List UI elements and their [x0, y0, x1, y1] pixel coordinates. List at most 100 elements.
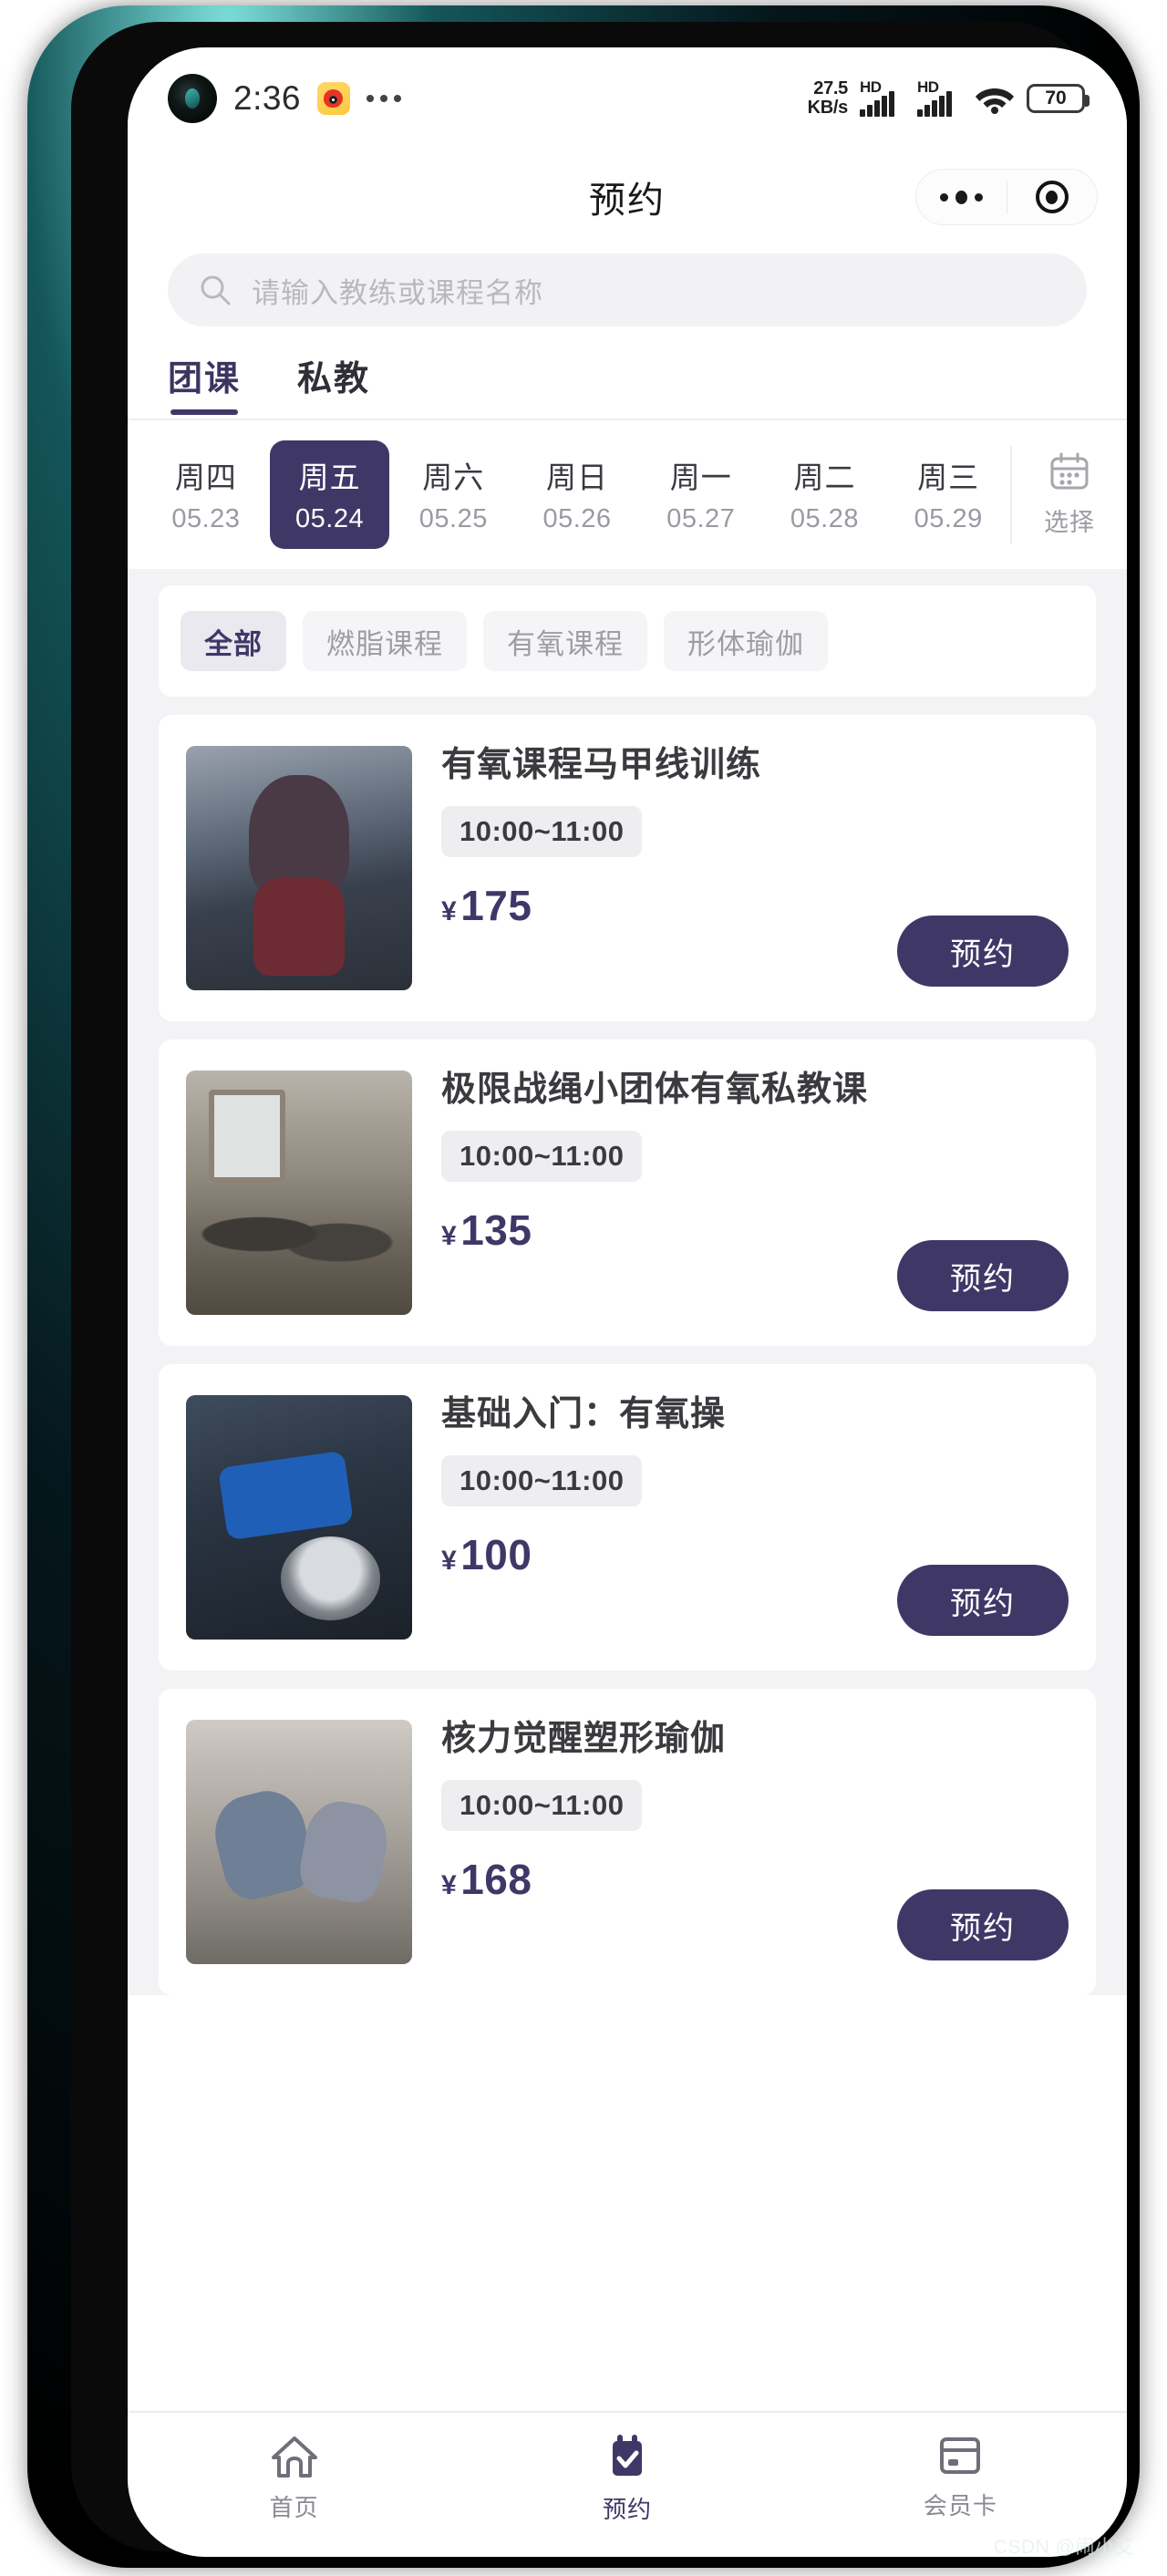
capsule-more-button[interactable]: [916, 190, 1007, 204]
home-icon: [271, 2436, 317, 2478]
bottom-tab-booking[interactable]: 预约: [460, 2433, 793, 2525]
course-info: 极限战绳小团体有氧私教课 10:00~11:00 ¥135 预约: [441, 1071, 1069, 1315]
course-time: 10:00~11:00: [441, 805, 643, 857]
price-value: 175: [460, 881, 532, 929]
date-item-0[interactable]: 周四 05.23: [146, 440, 266, 549]
course-title: 核力觉醒塑形瑜伽: [441, 1720, 727, 1758]
category-tabs: 团课 私教: [128, 350, 1127, 419]
course-card[interactable]: 有氧课程马甲线训练 10:00~11:00 ¥175 预约: [159, 715, 1096, 1021]
bottom-tab-membership[interactable]: 会员卡: [794, 2433, 1127, 2521]
book-button[interactable]: 预约: [897, 1565, 1069, 1636]
course-card[interactable]: 核力觉醒塑形瑜伽 10:00~11:00 ¥168 预约: [159, 1689, 1096, 1995]
currency-symbol: ¥: [441, 1545, 458, 1576]
date-picker-button[interactable]: 选择: [1010, 446, 1127, 543]
page-title: 预约: [589, 181, 666, 221]
date-item-1[interactable]: 周五 05.24: [269, 440, 390, 549]
date-item-2[interactable]: 周六 05.25: [393, 440, 513, 549]
search-input[interactable]: 请输入教练或课程名称: [252, 270, 543, 311]
front-camera-punch-hole: [168, 74, 217, 123]
status-bar-right: 27.5 KB/s HD HD 70: [807, 78, 1090, 118]
sim1-signal-icon: HD: [860, 78, 905, 117]
course-thumbnail: [186, 746, 412, 990]
filter-chip-yoga[interactable]: 形体瑜伽: [664, 611, 828, 671]
weibo-icon: [317, 82, 351, 115]
date-dayofweek: 周四: [174, 460, 237, 494]
course-time: 10:00~11:00: [441, 1779, 643, 1831]
wifi-icon: [975, 83, 1015, 114]
course-thumbnail: [186, 1071, 412, 1315]
price-value: 135: [460, 1205, 532, 1254]
date-item-6[interactable]: 周三 05.29: [888, 440, 1008, 549]
currency-symbol: ¥: [441, 895, 458, 926]
date-picker-label: 选择: [1044, 509, 1095, 536]
capsule-close-button[interactable]: [1007, 181, 1098, 213]
course-card[interactable]: 极限战绳小团体有氧私教课 10:00~11:00 ¥135 预约: [159, 1040, 1096, 1346]
book-button[interactable]: 预约: [897, 1240, 1069, 1311]
course-info: 核力觉醒塑形瑜伽 10:00~11:00 ¥168 预约: [441, 1720, 1069, 1964]
bottom-tab-label: 会员卡: [923, 2492, 997, 2519]
date-dayofweek: 周日: [546, 460, 609, 494]
membership-card-icon: [940, 2437, 981, 2474]
more-dots-icon: [939, 190, 983, 204]
date-number: 05.26: [542, 504, 612, 533]
course-title: 极限战绳小团体有氧私教课: [441, 1071, 869, 1109]
status-bar-left: 2:36: [168, 74, 402, 123]
bottom-tab-label: 预约: [602, 2496, 652, 2523]
date-dayofweek: 周五: [298, 460, 361, 494]
calendar-check-icon: [612, 2435, 642, 2476]
search-section: 请输入教练或课程名称: [128, 244, 1127, 350]
date-number: 05.28: [790, 504, 859, 533]
date-number: 05.23: [171, 504, 241, 533]
currency-symbol: ¥: [441, 1220, 458, 1251]
price-value: 168: [460, 1855, 532, 1903]
bottom-tab-label: 首页: [269, 2494, 319, 2521]
phone-frame: 2:36 27.5 KB/s HD HD 70 预约 请输入教练或课程名称 团课…: [27, 5, 1140, 2568]
bottom-tab-home[interactable]: 首页: [128, 2433, 460, 2523]
filter-chip-row: 全部 燃脂课程 有氧课程 形体瑜伽: [159, 585, 1096, 697]
filter-chip-aerobic[interactable]: 有氧课程: [483, 611, 647, 671]
course-thumbnail: [186, 1720, 412, 1964]
course-card[interactable]: 基础入门：有氧操 10:00~11:00 ¥100 预约: [159, 1364, 1096, 1671]
search-box[interactable]: 请输入教练或课程名称: [168, 253, 1087, 326]
phone-bezel: 2:36 27.5 KB/s HD HD 70 预约 请输入教练或课程名称 团课…: [71, 22, 1127, 2557]
price-value: 100: [460, 1530, 532, 1578]
course-time: 10:00~11:00: [441, 1130, 643, 1182]
more-dots-icon: [367, 95, 402, 102]
network-speed-value: 27.5: [813, 78, 848, 98]
currency-symbol: ¥: [441, 1869, 458, 1900]
network-speed-unit: KB/s: [807, 98, 849, 118]
date-dayofweek: 周三: [917, 460, 980, 494]
course-title: 基础入门：有氧操: [441, 1395, 727, 1433]
network-speed-indicator: 27.5 KB/s: [807, 78, 849, 118]
filter-chip-all[interactable]: 全部: [181, 611, 286, 671]
page-header: 预约: [128, 150, 1127, 244]
phone-screen: 2:36 27.5 KB/s HD HD 70 预约 请输入教练或课程名称 团课…: [128, 47, 1127, 2557]
target-circle-icon: [1035, 181, 1069, 213]
date-selector: 周四 05.23 周五 05.24 周六 05.25 周日 05.26 周一 0…: [128, 420, 1127, 569]
date-number: 05.27: [666, 504, 736, 533]
screenshot-root: 2:36 27.5 KB/s HD HD 70 预约 请输入教练或课程名称 团课…: [0, 0, 1167, 2576]
date-dayofweek: 周一: [669, 460, 732, 494]
battery-icon: 70: [1027, 84, 1090, 113]
course-title: 有氧课程马甲线训练: [441, 746, 762, 784]
date-number: 05.25: [418, 504, 488, 533]
book-button[interactable]: 预约: [897, 916, 1069, 987]
course-thumbnail: [186, 1395, 412, 1640]
miniprogram-capsule[interactable]: [915, 169, 1098, 225]
date-item-4[interactable]: 周一 05.27: [641, 440, 761, 549]
calendar-icon: [1050, 452, 1089, 490]
status-time: 2:36: [233, 79, 302, 117]
search-icon: [201, 275, 231, 305]
bottom-tab-bar: 首页 预约 会员卡: [128, 2411, 1127, 2557]
filter-chip-fat-burn[interactable]: 燃脂课程: [303, 611, 467, 671]
course-info: 有氧课程马甲线训练 10:00~11:00 ¥175 预约: [441, 746, 1069, 990]
status-bar: 2:36 27.5 KB/s HD HD 70: [128, 47, 1127, 150]
date-item-5[interactable]: 周二 05.28: [765, 440, 885, 549]
tab-personal-training[interactable]: 私教: [297, 350, 370, 419]
date-list: 周四 05.23 周五 05.24 周六 05.25 周日 05.26 周一 0…: [128, 440, 1010, 549]
date-number: 05.24: [295, 504, 365, 533]
course-list-area: 全部 燃脂课程 有氧课程 形体瑜伽 有氧课程马甲线训练 10:00~11:00 …: [128, 569, 1127, 1995]
tab-group-class[interactable]: 团课: [168, 350, 241, 419]
book-button[interactable]: 预约: [897, 1889, 1069, 1960]
date-item-3[interactable]: 周日 05.26: [517, 440, 637, 549]
